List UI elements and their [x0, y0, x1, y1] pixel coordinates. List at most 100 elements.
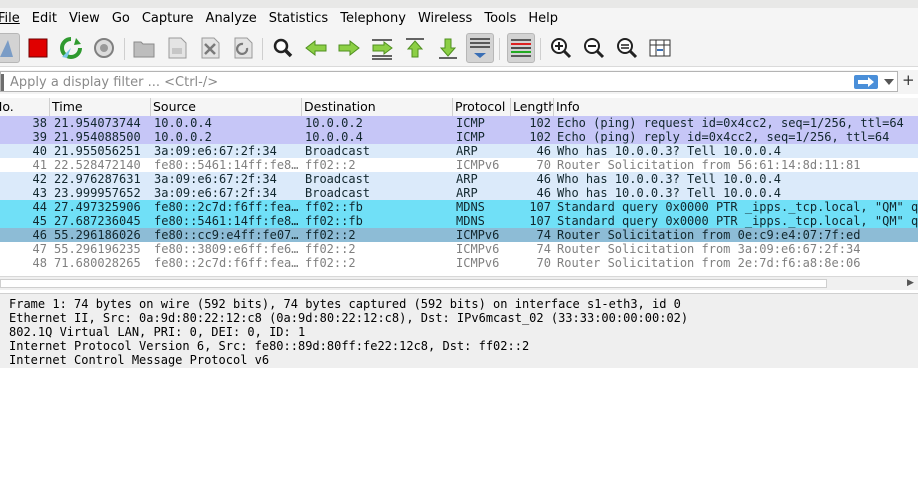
- stop-capture-button[interactable]: [24, 33, 52, 63]
- packet-no: 41: [32, 158, 47, 172]
- packet-row[interactable]: 45 27.687236045 fe80::5461:14ff:fe8… ff02::…: [0, 214, 918, 228]
- packet-row[interactable]: 42 22.976287631 3a:09:e6:67:2f:34 Broadcast…: [0, 172, 918, 186]
- autoscroll-icon: [470, 38, 490, 58]
- packet-source: 10.0.0.4: [154, 116, 212, 130]
- filter-bookmark-icon[interactable]: [1, 74, 4, 91]
- packet-info: Router Solicitation from 56:61:14:8d:11:…: [557, 158, 861, 172]
- menu-edit[interactable]: Edit: [26, 8, 63, 30]
- chevron-down-icon: [884, 79, 894, 85]
- packet-protocol: MDNS: [456, 200, 485, 214]
- packet-time: 27.687236045: [54, 214, 141, 228]
- display-filter-bar: Apply a display filter ... <Ctrl-/> +: [0, 70, 918, 94]
- menu-wireless[interactable]: Wireless: [412, 8, 478, 30]
- menu-analyze[interactable]: Analyze: [200, 8, 263, 30]
- colorize-button[interactable]: [507, 33, 535, 63]
- packet-row[interactable]: 46 55.296186026 fe80::cc9:e4ff:fe07… ff02::…: [0, 228, 918, 242]
- go-to-packet-button[interactable]: [368, 33, 396, 63]
- start-capture-button[interactable]: [0, 33, 20, 63]
- resize-columns-button[interactable]: [646, 33, 674, 63]
- packet-info: Router Solicitation from 0e:c9:e4:07:7f:…: [557, 228, 861, 242]
- save-file-button[interactable]: [163, 33, 191, 63]
- go-first-packet-button[interactable]: [401, 33, 429, 63]
- go-first-icon: [406, 38, 424, 58]
- packet-no: 48: [32, 256, 47, 270]
- apply-filter-button[interactable]: [854, 75, 878, 89]
- packet-row[interactable]: 47 55.296196235 fe80::3809:e6ff:fe6… ff02::…: [0, 242, 918, 256]
- open-file-button[interactable]: [130, 33, 158, 63]
- menu-help[interactable]: Help: [522, 8, 564, 30]
- packet-row[interactable]: 48 71.680028265 fe80::2c7d:f6ff:fea… ff02::…: [0, 256, 918, 270]
- detail-ipv6[interactable]: Internet Protocol Version 6, Src: fe80::…: [9, 339, 918, 353]
- column-header-length[interactable]: Length: [511, 98, 554, 116]
- packet-length: 46: [536, 144, 551, 158]
- column-header-source[interactable]: Source: [151, 98, 302, 116]
- scroll-right-icon[interactable]: ▶: [907, 278, 914, 288]
- packet-length: 107: [529, 200, 551, 214]
- menu-telephony[interactable]: Telephony: [334, 8, 412, 30]
- packet-destination: ff02::fb: [305, 214, 363, 228]
- packet-time: 21.955056251: [54, 144, 141, 158]
- shark-fin-icon: [0, 40, 13, 57]
- filter-history-dropdown[interactable]: [882, 75, 896, 89]
- packet-source: 3a:09:e6:67:2f:34: [154, 144, 277, 158]
- close-file-button[interactable]: [196, 33, 224, 63]
- find-packet-button[interactable]: [269, 33, 297, 63]
- packet-time: 22.528472140: [54, 158, 141, 172]
- go-forward-button[interactable]: [335, 33, 363, 63]
- hscrollbar-thumb[interactable]: [0, 279, 827, 288]
- detail-frame[interactable]: Frame 1: 74 bytes on wire (592 bits), 74…: [9, 297, 918, 311]
- autoscroll-button[interactable]: [466, 33, 494, 63]
- stop-capture-icon: [28, 38, 48, 58]
- packet-row[interactable]: 38 21.954073744 10.0.0.4 10.0.0.2 ICMP 102 Ech…: [0, 116, 918, 130]
- go-forward-icon: [338, 39, 360, 57]
- open-file-icon: [133, 41, 155, 58]
- packet-info: Echo (ping) request id=0x4cc2, seq=1/256…: [557, 116, 904, 130]
- menu-tools[interactable]: Tools: [478, 8, 522, 30]
- detail-vlan[interactable]: 802.1Q Virtual LAN, PRI: 0, DEI: 0, ID: …: [9, 325, 918, 339]
- resize-columns-icon: [649, 39, 671, 57]
- menu-file[interactable]: File: [0, 8, 26, 30]
- menu-statistics[interactable]: Statistics: [263, 8, 334, 30]
- restart-capture-button[interactable]: [57, 33, 85, 63]
- packet-row[interactable]: 39 21.954088500 10.0.0.2 10.0.0.4 ICMP 102 Ech…: [0, 130, 918, 144]
- packet-protocol: ICMPv6: [456, 158, 500, 172]
- packet-length: 102: [529, 130, 551, 144]
- column-header-no[interactable]: No.: [0, 98, 50, 116]
- packet-row[interactable]: 44 27.497325906 fe80::2c7d:f6ff:fea… ff02::…: [0, 200, 918, 214]
- packet-no: 40: [32, 144, 47, 158]
- capture-options-button[interactable]: [90, 33, 118, 63]
- packet-time: 21.954088500: [54, 130, 141, 144]
- zoom-normal-button[interactable]: [613, 33, 641, 63]
- reload-file-button[interactable]: [229, 33, 257, 63]
- menu-view[interactable]: View: [63, 8, 106, 30]
- packet-time: 71.680028265: [54, 256, 141, 270]
- packet-length: 102: [529, 116, 551, 130]
- display-filter-input[interactable]: Apply a display filter ... <Ctrl-/>: [0, 71, 898, 92]
- go-last-packet-button[interactable]: [434, 33, 462, 63]
- restart-capture-icon: [60, 37, 82, 59]
- packet-row[interactable]: 41 22.528472140 fe80::5461:14ff:fe8… ff02::…: [0, 158, 918, 172]
- zoom-in-button[interactable]: [547, 33, 575, 63]
- menu-go[interactable]: Go: [106, 8, 136, 30]
- packet-time: 55.296186026: [54, 228, 141, 242]
- packet-row[interactable]: 43 23.999957652 3a:09:e6:67:2f:34 Broadcast…: [0, 186, 918, 200]
- find-packet-icon: [273, 38, 293, 58]
- packet-source: fe80::5461:14ff:fe8…: [154, 214, 299, 228]
- packet-time: 22.976287631: [54, 172, 141, 186]
- packet-protocol: ARP: [456, 186, 478, 200]
- packet-list-hscrollbar[interactable]: ▶: [0, 276, 918, 290]
- column-header-info[interactable]: Info: [554, 98, 918, 116]
- go-back-button[interactable]: [302, 33, 330, 63]
- menu-capture[interactable]: Capture: [136, 8, 200, 30]
- zoom-out-button[interactable]: [580, 33, 608, 63]
- column-header-protocol[interactable]: Protocol: [453, 98, 511, 116]
- detail-icmpv6[interactable]: Internet Control Message Protocol v6: [9, 353, 918, 367]
- detail-ethernet[interactable]: Ethernet II, Src: 0a:9d:80:22:12:c8 (0a:…: [9, 311, 918, 325]
- packet-no: 42: [32, 172, 47, 186]
- add-filter-button[interactable]: +: [902, 71, 915, 89]
- packet-row[interactable]: 40 21.955056251 3a:09:e6:67:2f:34 Broadcast…: [0, 144, 918, 158]
- column-header-destination[interactable]: Destination: [302, 98, 453, 116]
- packet-info: Who has 10.0.0.3? Tell 10.0.0.4: [557, 144, 781, 158]
- packet-destination: ff02::2: [305, 158, 356, 172]
- column-header-time[interactable]: Time: [50, 98, 151, 116]
